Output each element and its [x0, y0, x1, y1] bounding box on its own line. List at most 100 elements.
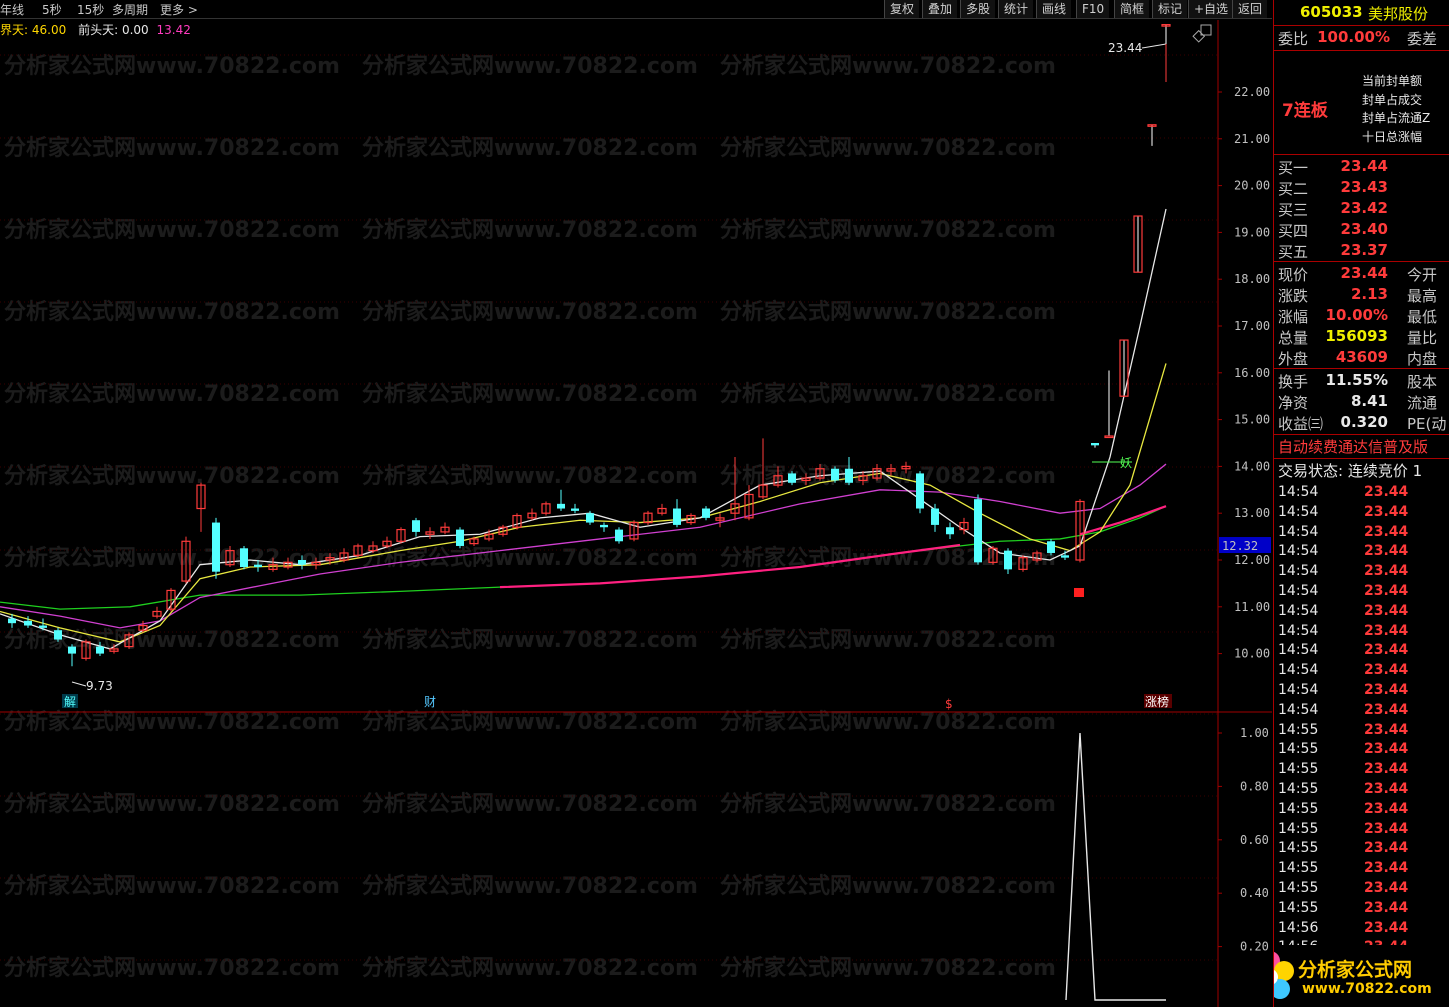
watermark-text: 分析家公式网www.70822.com [720, 791, 1056, 817]
bid-row[interactable]: 买一 23.44 [1278, 157, 1449, 177]
toolbar-btn-3[interactable]: 统计 [998, 0, 1034, 18]
tick-row[interactable]: 14:55 23.44 [1278, 880, 1448, 898]
tick-row[interactable]: 14:55 23.44 [1278, 840, 1448, 858]
ad-banner[interactable]: 自动续费通达信普及版 [1278, 436, 1428, 457]
candle-down [96, 646, 104, 654]
toolbar-btn-4[interactable]: 画线 [1036, 0, 1072, 18]
toolbar-btn-5[interactable]: F10 [1076, 0, 1110, 18]
toolbar-1[interactable]: 5秒 [42, 1, 62, 18]
bid-row[interactable]: 买五 23.37 [1278, 241, 1449, 261]
tick-row[interactable]: 14:55 23.44 [1278, 781, 1448, 799]
tick-row[interactable]: 14:54 23.44 [1278, 583, 1448, 601]
tick-row[interactable]: 14:54 23.44 [1278, 623, 1448, 641]
tick-row[interactable]: 14:55 23.44 [1278, 821, 1448, 839]
candle-down [298, 560, 306, 565]
tick-time: 14:54 [1278, 484, 1319, 500]
tick-time: 14:54 [1278, 701, 1319, 718]
tick-row[interactable]: 14:54 23.44 [1278, 662, 1448, 680]
price-tick-label: 14.00 [1234, 459, 1270, 473]
toolbar-btn-7[interactable]: 标记 [1152, 0, 1188, 18]
stat-value: 2.13 [1350, 285, 1388, 303]
tick-time: 14:54 [1278, 662, 1319, 679]
price-tick-label: 18.00 [1234, 272, 1270, 286]
candle-down [557, 503, 565, 509]
tick-row[interactable]: 14:55 23.44 [1278, 801, 1448, 819]
stat-value: 11.55% [1325, 371, 1388, 389]
top-toolbar: 年线 5秒 15秒 多周期 更多 > 复权 叠加 多股 统计 画线 F10 简框 标记 +自选 返回 [0, 0, 1272, 19]
tick-row[interactable]: 14:56 23.44 [1278, 920, 1448, 938]
watermark-text: 分析家公式网www.70822.com [4, 873, 340, 899]
candle-down [212, 522, 220, 572]
toolbar-btn-9[interactable]: 返回 [1232, 0, 1268, 18]
candle-down [8, 618, 16, 624]
watermark-text: 分析家公式网www.70822.com [4, 381, 340, 407]
tick-price: 23.44 [1364, 602, 1409, 619]
candle-down [931, 508, 939, 525]
tick-time: 14:54 [1278, 563, 1319, 580]
logo-text: 分析家公式网 [1298, 959, 1413, 981]
watermark-text: 分析家公式网www.70822.com [720, 299, 1056, 325]
tick-row[interactable]: 14:54 23.44 [1278, 603, 1448, 621]
current-price-label: 12.32 [1222, 539, 1258, 553]
toolbar-2[interactable]: 15秒 [77, 1, 104, 18]
stock-header[interactable]: 605033 美邦股份 [1278, 3, 1449, 25]
watermark-text: 分析家公式网www.70822.com [4, 299, 340, 325]
tick-row[interactable]: 14:54 23.44 [1278, 524, 1448, 542]
toolbar-btn-1[interactable]: 叠加 [922, 0, 958, 18]
stat-row: 外盘 43609 内盘 [1278, 348, 1449, 368]
tick-row[interactable]: 14:55 23.44 [1278, 741, 1448, 759]
weibi-row: 委比 100.00% 委差 [1278, 28, 1449, 48]
tick-row[interactable]: 14:54 23.44 [1278, 702, 1448, 720]
tick-row[interactable]: 14:54 23.44 [1278, 682, 1448, 700]
bid-row[interactable]: 买四 23.40 [1278, 220, 1449, 240]
stat-tail: 最高 [1407, 287, 1438, 305]
price-tick-label: 10.00 [1234, 647, 1270, 661]
bid-row[interactable]: 买三 23.42 [1278, 199, 1449, 219]
sub-tick-label: 0.80 [1240, 779, 1269, 793]
toolbar-3[interactable]: 多周期 [112, 1, 148, 18]
toolbar-4[interactable]: 更多 > [160, 1, 198, 18]
tick-time: 14:54 [1278, 583, 1319, 599]
watermark-layer: 分析家公式网www.70822.com 分析家公式网www.70822.com 分析… [4, 53, 1056, 981]
tick-row[interactable]: 14:55 23.44 [1278, 722, 1448, 740]
candle-down [673, 508, 681, 525]
tick-row[interactable]: 14:55 23.44 [1278, 860, 1448, 878]
sub-tick-label: 0.40 [1240, 886, 1269, 900]
tick-row[interactable]: 14:54 23.44 [1278, 504, 1448, 522]
tick-price: 23.44 [1364, 899, 1409, 916]
seal-info-line: 十日总涨幅 [1362, 129, 1423, 144]
stat-row: 总量 156093 量比 [1278, 327, 1449, 347]
tick-time: 14:55 [1278, 840, 1319, 857]
stat-row: 收益㈢ 0.320 PE(动 [1278, 413, 1449, 433]
zhangbang-marker: 涨榜 [1145, 694, 1169, 709]
watermark-text: 分析家公式网www.70822.com [720, 873, 1056, 899]
toolbar-btn-0[interactable]: 复权 [884, 0, 920, 18]
tick-row[interactable]: 14:54 23.44 [1278, 484, 1448, 502]
bid-row[interactable]: 买二 23.43 [1278, 178, 1449, 198]
toolbar-btn-6[interactable]: 简框 [1114, 0, 1150, 18]
stat-tail: PE(动 [1407, 415, 1447, 433]
candle-down [54, 630, 62, 640]
tick-time: 14:55 [1278, 860, 1319, 877]
toolbar-0[interactable]: 年线 [0, 1, 24, 18]
toolbar-btn-8[interactable]: +自选 [1188, 0, 1234, 18]
candle-down [24, 620, 32, 626]
candle-down [788, 473, 796, 483]
trade-status: 交易状态: 连续竞价 1 [1278, 462, 1423, 480]
tick-row[interactable]: 14:54 23.44 [1278, 543, 1448, 561]
high-arrow [1141, 43, 1167, 49]
candle-down [1004, 550, 1012, 570]
watermark-text: 分析家公式网www.70822.com [362, 53, 698, 79]
logo-box: 分析家公式网 www.70822.com [1274, 945, 1449, 1007]
tick-row[interactable]: 14:54 23.44 [1278, 642, 1448, 660]
lianban-label: 7连板 [1282, 101, 1328, 121]
kline-chart[interactable]: 分析家公式网www.70822.com 分析家公式网www.70822.com 分析… [0, 18, 1272, 1007]
tick-row[interactable]: 14:55 23.44 [1278, 900, 1448, 918]
toolbar-btn-2[interactable]: 多股 [960, 0, 996, 18]
watermark-text: 分析家公式网www.70822.com [720, 381, 1056, 407]
tick-row[interactable]: 14:55 23.44 [1278, 761, 1448, 779]
watermark-text: 分析家公式网www.70822.com [4, 463, 340, 489]
bid-price: 23.42 [1340, 199, 1388, 217]
tick-row[interactable]: 14:54 23.44 [1278, 563, 1448, 581]
signal-box [1074, 588, 1084, 597]
